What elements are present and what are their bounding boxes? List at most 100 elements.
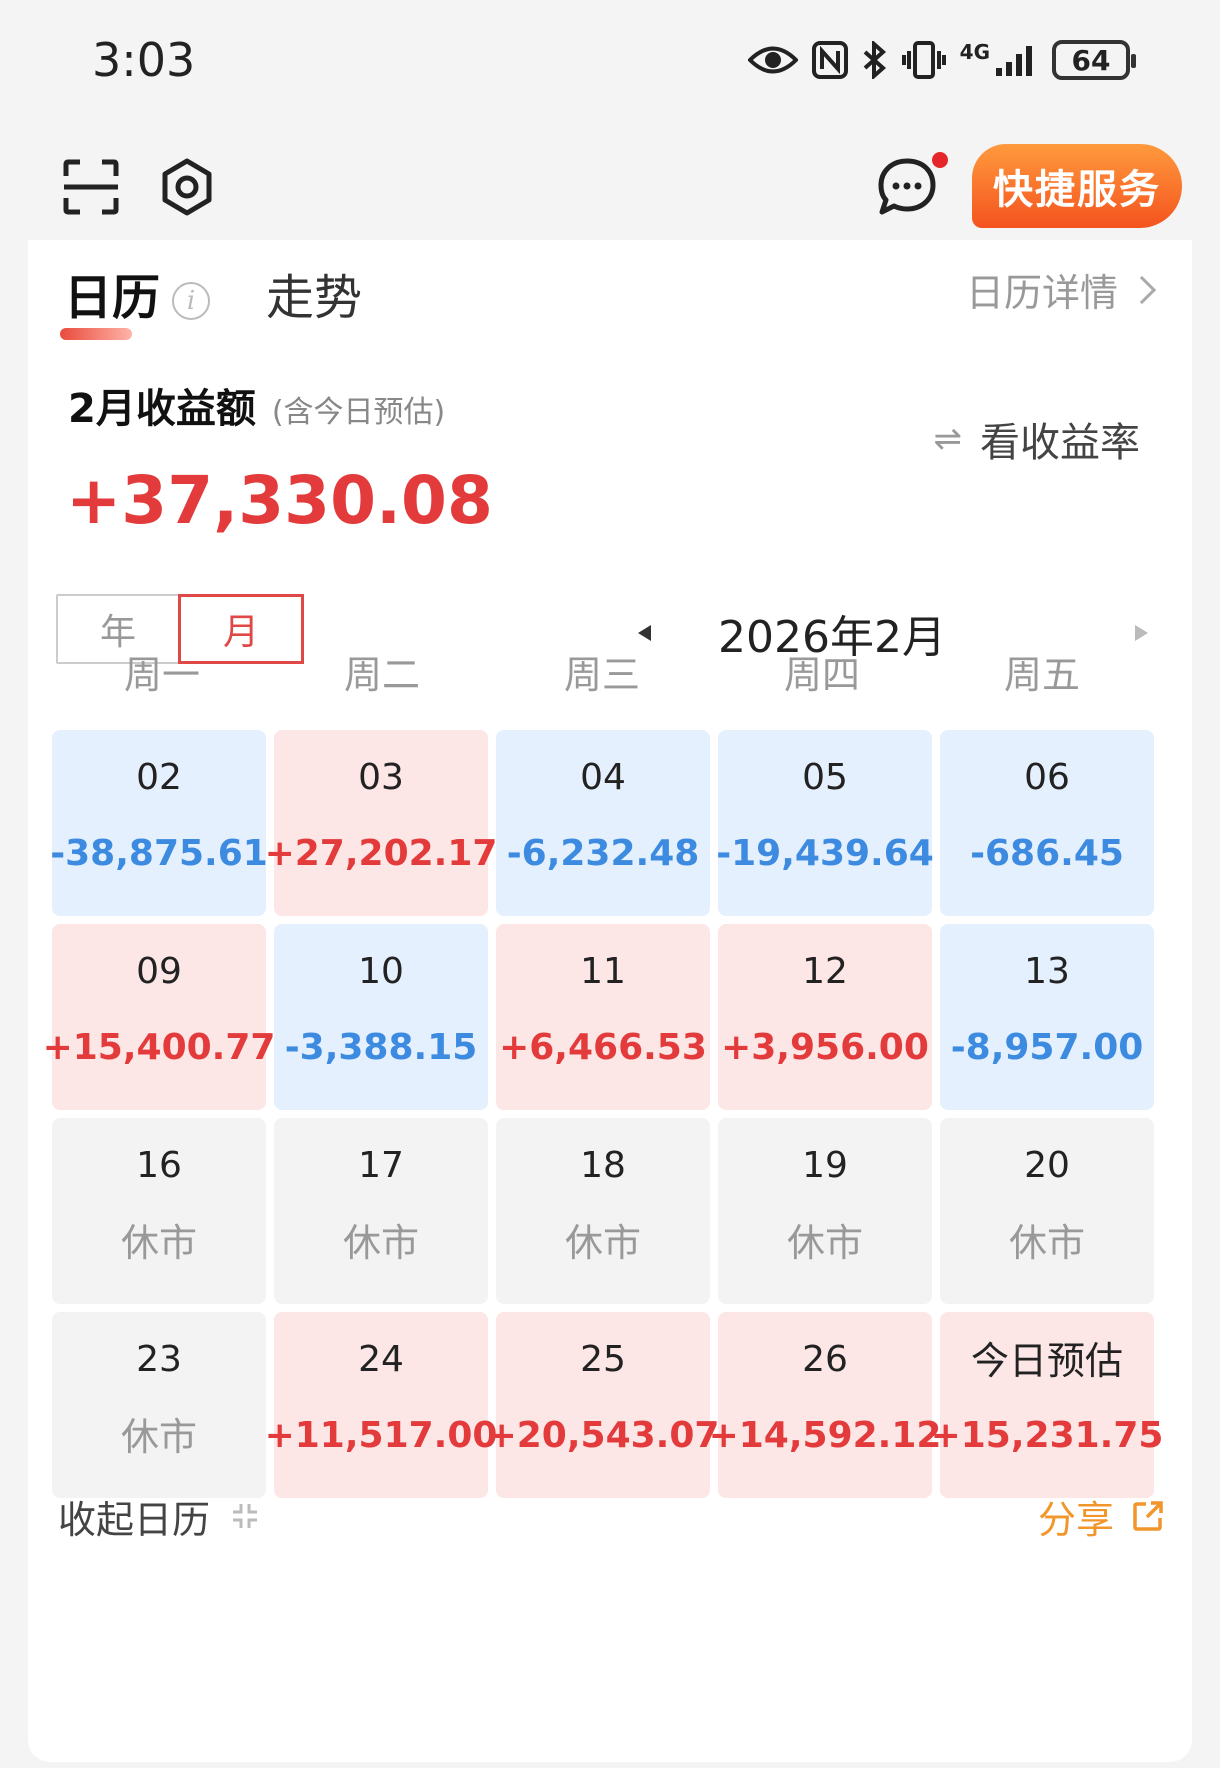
day-number: 26 xyxy=(802,1339,848,1380)
day-value: 休市 xyxy=(564,1221,641,1265)
weekday-tue: 周二 xyxy=(343,653,420,697)
day-value: -8,957.00 xyxy=(950,1027,1144,1068)
calendar-card: 日历 i 走势 日历详情 2月收益额 (含今日预估) +37,330.08 ⇌ … xyxy=(28,240,1192,1762)
day-value: +20,543.07 xyxy=(486,1415,720,1456)
calendar-footer: 收起日历 分享 xyxy=(58,1476,1164,1556)
today-estimate-value: +15,231.75 xyxy=(930,1415,1164,1456)
income-title-text: 2月收益额 xyxy=(68,386,256,432)
day-cell[interactable]: 17 休市 xyxy=(274,1118,488,1304)
day-value: -19,439.64 xyxy=(716,833,934,874)
day-number: 10 xyxy=(358,951,404,992)
day-value: +3,956.00 xyxy=(721,1027,929,1068)
day-cell[interactable]: 04 -6,232.48 xyxy=(496,730,710,916)
day-cell[interactable]: 05 -19,439.64 xyxy=(716,730,934,916)
notification-dot xyxy=(932,152,948,168)
quick-service-button[interactable]: 快捷服务 xyxy=(972,144,1182,228)
share-button[interactable]: 分享 xyxy=(1038,1489,1164,1544)
income-subtitle: (含今日预估) xyxy=(271,395,446,430)
collapse-calendar-label: 收起日历 xyxy=(58,1497,211,1542)
tabs: 日历 i 走势 xyxy=(60,258,362,340)
network-type: 4G xyxy=(959,40,990,64)
day-value: 休市 xyxy=(342,1221,419,1265)
day-number: 11 xyxy=(580,951,626,992)
nfc-icon xyxy=(811,41,848,79)
calendar-grid: 02 -38,875.61 03 +27,202.17 04 -6,232.48 05… xyxy=(43,730,1163,1498)
day-cell[interactable]: 19 休市 xyxy=(718,1118,932,1304)
battery-icon: 64 xyxy=(1052,40,1136,80)
share-label: 分享 xyxy=(1037,1497,1114,1542)
day-number: 16 xyxy=(136,1145,182,1186)
day-cell[interactable]: 03 +27,202.17 xyxy=(265,730,497,916)
today-estimate-label: 今日预估 xyxy=(970,1339,1123,1383)
income-title: 2月收益额 (含今日预估) xyxy=(68,376,445,434)
day-cell[interactable]: 23 休市 xyxy=(52,1312,266,1498)
vibrate-icon xyxy=(901,41,946,79)
day-value: 休市 xyxy=(120,1415,197,1459)
view-rate-toggle[interactable]: ⇌ 看收益率 xyxy=(934,410,1141,468)
day-number: 02 xyxy=(136,757,182,798)
day-cell[interactable]: 26 +14,592.12 xyxy=(709,1312,941,1498)
status-icons: 4G 64 xyxy=(747,40,1136,80)
status-time: 3:03 xyxy=(92,33,196,87)
collapse-calendar-button[interactable]: 收起日历 xyxy=(58,1489,260,1544)
day-value: 休市 xyxy=(120,1221,197,1265)
tab-calendar-label: 日历 xyxy=(64,270,161,326)
status-bar: 3:03 4G 64 xyxy=(0,0,1220,120)
income-value: +37,330.08 xyxy=(66,462,493,539)
day-number: 03 xyxy=(358,757,404,798)
day-value: -38,875.61 xyxy=(50,833,268,874)
info-icon[interactable]: i xyxy=(172,282,211,320)
day-cell[interactable]: 20 休市 xyxy=(940,1118,1154,1304)
weekday-mon: 周一 xyxy=(123,653,200,697)
day-value: +15,400.77 xyxy=(42,1027,276,1068)
day-cell[interactable]: 11 +6,466.53 xyxy=(496,924,710,1110)
day-cell[interactable]: 18 休市 xyxy=(496,1118,710,1304)
day-number: 04 xyxy=(580,757,626,798)
tab-active-indicator xyxy=(60,328,132,340)
day-number: 09 xyxy=(136,951,182,992)
next-month-icon[interactable] xyxy=(1135,625,1148,641)
day-value: -686.45 xyxy=(970,833,1124,874)
bluetooth-icon xyxy=(863,41,886,79)
day-cell[interactable]: 09 +15,400.77 xyxy=(43,924,275,1110)
day-number: 18 xyxy=(580,1145,626,1186)
day-value: +11,517.00 xyxy=(264,1415,498,1456)
settings-icon[interactable] xyxy=(158,158,216,216)
day-number: 20 xyxy=(1024,1145,1070,1186)
calendar-detail-label: 日历详情 xyxy=(965,271,1118,315)
day-number: 19 xyxy=(802,1145,848,1186)
swap-icon: ⇌ xyxy=(933,419,963,459)
weekday-header: 周一 周二 周三 周四 周五 xyxy=(52,650,1152,694)
day-cell[interactable]: 12 +3,956.00 xyxy=(718,924,932,1110)
signal-icon xyxy=(996,46,1032,76)
day-cell[interactable]: 06 -686.45 xyxy=(940,730,1154,916)
tab-calendar[interactable]: 日历 xyxy=(60,258,161,340)
day-cell[interactable]: 16 休市 xyxy=(52,1118,266,1304)
calendar-detail-link[interactable]: 日历详情 xyxy=(965,262,1157,317)
day-number: 17 xyxy=(358,1145,404,1186)
scan-icon[interactable] xyxy=(62,158,120,216)
day-cell[interactable]: 24 +11,517.00 xyxy=(265,1312,497,1498)
day-number: 06 xyxy=(1024,757,1070,798)
message-icon[interactable] xyxy=(876,156,938,218)
weekday-fri: 周五 xyxy=(1003,653,1080,697)
day-value: +14,592.12 xyxy=(708,1415,942,1456)
chevron-right-icon xyxy=(1127,275,1157,304)
day-value: 休市 xyxy=(786,1221,863,1265)
day-cell[interactable]: 13 -8,957.00 xyxy=(940,924,1154,1110)
day-number: 05 xyxy=(802,757,848,798)
day-value: +6,466.53 xyxy=(499,1027,707,1068)
day-value: +27,202.17 xyxy=(264,833,498,874)
day-number: 25 xyxy=(580,1339,626,1380)
day-cell[interactable]: 10 -3,388.15 xyxy=(274,924,488,1110)
day-cell[interactable]: 02 -38,875.61 xyxy=(50,730,268,916)
weekday-wed: 周三 xyxy=(563,653,640,697)
day-number: 23 xyxy=(136,1339,182,1380)
collapse-icon xyxy=(233,1504,258,1528)
day-cell[interactable]: 25 +20,543.07 xyxy=(487,1312,719,1498)
prev-month-icon[interactable] xyxy=(638,625,651,641)
today-estimate-cell[interactable]: 今日预估 +15,231.75 xyxy=(931,1312,1163,1498)
day-value: 休市 xyxy=(1008,1221,1085,1265)
view-rate-label: 看收益率 xyxy=(980,420,1140,466)
tab-trend[interactable]: 走势 xyxy=(266,258,362,328)
